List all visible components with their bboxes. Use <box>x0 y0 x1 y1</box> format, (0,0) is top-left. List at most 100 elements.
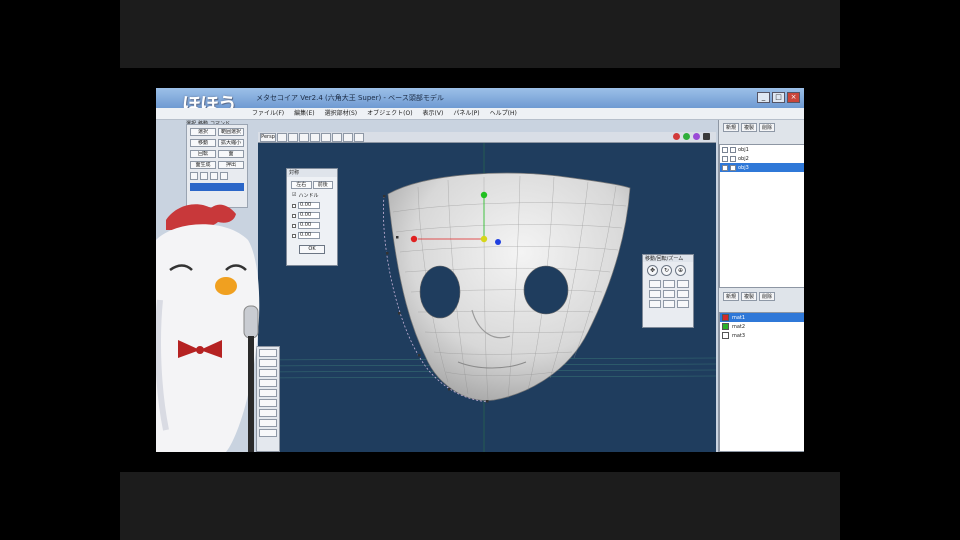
material-name: mat3 <box>732 332 746 339</box>
material-name: mat1 <box>732 314 746 321</box>
red-dot-icon[interactable] <box>673 133 680 140</box>
toolbar-button[interactable] <box>321 133 331 142</box>
object-name: obj2 <box>738 155 749 162</box>
object-row-selected[interactable]: obj3 <box>720 163 804 172</box>
dark-square-icon[interactable] <box>703 133 710 140</box>
value-field[interactable]: 0.00 <box>298 202 320 209</box>
center-handle[interactable] <box>480 235 488 243</box>
menu-panel[interactable]: パネル(P) <box>453 108 479 119</box>
cmd-rotate-button[interactable]: 回転 <box>190 150 216 158</box>
nav-button[interactable] <box>677 280 689 288</box>
visibility-checkbox[interactable] <box>722 155 728 162</box>
nav-button[interactable] <box>663 280 675 288</box>
toolbar-button[interactable] <box>310 133 320 142</box>
visibility-checkbox[interactable] <box>722 164 728 171</box>
value-field[interactable]: 0.00 <box>298 232 320 239</box>
lock-checkbox[interactable] <box>730 155 736 162</box>
window-title: メタセコイア Ver2.4 (六角大王 Super) - ベース頭部モデル <box>256 94 444 102</box>
right-panel: 新規 複製 削除 obj1 obj2 obj3 新規 複製 削除 mat1 ma… <box>718 120 804 452</box>
field-checkbox[interactable] <box>292 223 296 228</box>
toolbar-button[interactable] <box>343 133 353 142</box>
letterbox-left <box>0 0 120 540</box>
field-checkbox[interactable] <box>292 233 296 238</box>
value-field[interactable]: 0.00 <box>298 222 320 229</box>
cmd-small-button[interactable] <box>190 172 198 180</box>
x-handle[interactable] <box>410 235 418 243</box>
mask-model[interactable] <box>383 172 631 403</box>
cmd-range-button[interactable]: 範囲選択 <box>218 128 244 136</box>
nav-button[interactable] <box>649 300 661 308</box>
obj-new-button[interactable]: 新規 <box>723 123 740 132</box>
field-checkbox[interactable] <box>292 203 296 208</box>
cmd-extrude-button[interactable]: 押出 <box>218 161 244 169</box>
move-view-icon[interactable]: ✥ <box>647 265 658 276</box>
cmd-small-button[interactable] <box>220 172 228 180</box>
menu-view[interactable]: 表示(V) <box>423 108 444 119</box>
cmd-small-button[interactable] <box>210 172 218 180</box>
toolbar-button[interactable] <box>332 133 342 142</box>
cmd-select-button[interactable]: 選択 <box>190 128 216 136</box>
menu-file[interactable]: ファイル(F) <box>252 108 284 119</box>
object-row[interactable]: obj1 <box>720 145 804 154</box>
nav-button[interactable] <box>663 300 675 308</box>
obj-duplicate-button[interactable]: 複製 <box>741 123 758 132</box>
mirror-fb-button[interactable]: 前後 <box>312 181 333 189</box>
material-row[interactable]: mat3 <box>720 331 804 340</box>
menu-bar: ファイル(F) 編集(E) 選択部材(S) オブジェクト(O) 表示(V) パネ… <box>156 108 804 120</box>
toolbar-button[interactable] <box>288 133 298 142</box>
menu-edit[interactable]: 編集(E) <box>294 108 314 119</box>
mirror-dialog: 対称 左右 前後 ☑ ハンドル 0.00 0.00 0.00 0.00 OK <box>286 168 338 266</box>
lock-checkbox[interactable] <box>730 146 736 153</box>
zoom-view-icon[interactable]: ⊕ <box>675 265 686 276</box>
handle-checkbox-icon[interactable]: ☑ <box>292 192 296 199</box>
cmd-scale-button[interactable]: 拡大縮小 <box>218 139 244 147</box>
toolbar-button[interactable] <box>299 133 309 142</box>
mascot-chicken-icon <box>156 204 260 452</box>
rotate-view-icon[interactable]: ↻ <box>661 265 672 276</box>
material-swatch <box>722 323 729 330</box>
nav-button[interactable] <box>677 290 689 298</box>
green-dot-icon[interactable] <box>683 133 690 140</box>
toolbar-button[interactable] <box>277 133 287 142</box>
letterbox-bottom <box>120 472 840 540</box>
mirror-lr-button[interactable]: 左右 <box>291 181 312 189</box>
mat-duplicate-button[interactable]: 複製 <box>741 292 758 301</box>
mirror-dialog-title: 対称 <box>287 169 337 177</box>
close-button[interactable]: × <box>787 92 800 103</box>
menu-help[interactable]: ヘルプ(H) <box>490 108 517 119</box>
left-eye-hole <box>419 265 461 319</box>
viewport-toolbar: Persp <box>258 132 716 143</box>
minimize-button[interactable]: _ <box>757 92 770 103</box>
menu-selection[interactable]: 選択部材(S) <box>325 108 358 119</box>
visibility-checkbox[interactable] <box>722 146 728 153</box>
nav-button[interactable] <box>649 290 661 298</box>
cmd-move-button[interactable]: 移動 <box>190 139 216 147</box>
lock-checkbox[interactable] <box>730 164 736 171</box>
nav-button[interactable] <box>677 300 689 308</box>
window-titlebar: メタセコイア Ver2.4 (六角大王 Super) - ベース頭部モデル _ … <box>156 88 804 108</box>
mat-new-button[interactable]: 新規 <box>723 292 740 301</box>
y-handle[interactable] <box>480 191 488 199</box>
ok-button[interactable]: OK <box>299 245 325 254</box>
object-row[interactable]: obj2 <box>720 154 804 163</box>
purple-dot-icon[interactable] <box>693 133 700 140</box>
material-name: mat2 <box>732 323 746 330</box>
value-field[interactable]: 0.00 <box>298 212 320 219</box>
view-persp-button[interactable]: Persp <box>260 133 276 142</box>
navigation-pad-title: 移動/回転/ズーム <box>643 255 693 262</box>
cmd-create-face-button[interactable]: 面生成 <box>190 161 216 169</box>
field-checkbox[interactable] <box>292 213 296 218</box>
mat-delete-button[interactable]: 削除 <box>759 292 776 301</box>
material-row[interactable]: mat2 <box>720 322 804 331</box>
z-handle[interactable] <box>495 239 501 245</box>
toolbar-button[interactable] <box>354 133 364 142</box>
maximize-button[interactable]: □ <box>772 92 785 103</box>
object-name: obj1 <box>738 146 749 153</box>
nav-button[interactable] <box>663 290 675 298</box>
material-row-selected[interactable]: mat1 <box>720 313 804 322</box>
nav-button[interactable] <box>649 280 661 288</box>
obj-delete-button[interactable]: 削除 <box>759 123 776 132</box>
menu-object[interactable]: オブジェクト(O) <box>367 108 412 119</box>
cmd-face-button[interactable]: 面 <box>218 150 244 158</box>
cmd-small-button[interactable] <box>200 172 208 180</box>
